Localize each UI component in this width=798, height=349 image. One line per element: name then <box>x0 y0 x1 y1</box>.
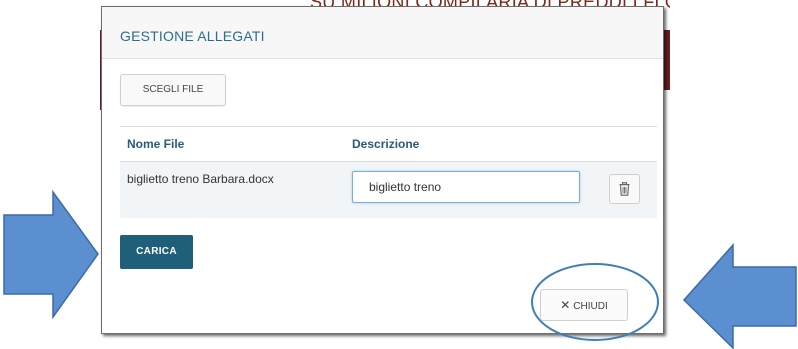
table-row: biglietto treno Barbara.docx <box>120 162 657 218</box>
delete-attachment-button[interactable] <box>609 174 640 204</box>
description-input[interactable] <box>352 171 580 203</box>
trash-icon <box>619 182 630 196</box>
background-banner-right <box>664 30 670 90</box>
file-name-cell: biglietto treno Barbara.docx <box>127 172 274 186</box>
upload-button[interactable]: CARICA <box>120 235 193 269</box>
table-header: Nome File Descrizione <box>120 126 657 162</box>
column-header-file-name: Nome File <box>127 137 185 151</box>
arrow-left-annotation <box>3 189 99 320</box>
dialog-header: GESTIONE ALLEGATI <box>102 7 663 59</box>
column-header-description: Descrizione <box>352 137 420 151</box>
close-button-label: CHIUDI <box>573 301 608 312</box>
attachments-table: Nome File Descrizione biglietto treno Ba… <box>120 126 657 218</box>
close-x-icon: ✕ <box>560 298 571 312</box>
dialog-title: GESTIONE ALLEGATI <box>120 28 265 44</box>
attachments-dialog: GESTIONE ALLEGATI SCEGLI FILE Nome File … <box>101 6 664 334</box>
close-button[interactable]: ✕ CHIUDI <box>540 289 628 321</box>
choose-file-button[interactable]: SCEGLI FILE <box>120 74 226 106</box>
arrow-right-annotation <box>682 243 797 349</box>
